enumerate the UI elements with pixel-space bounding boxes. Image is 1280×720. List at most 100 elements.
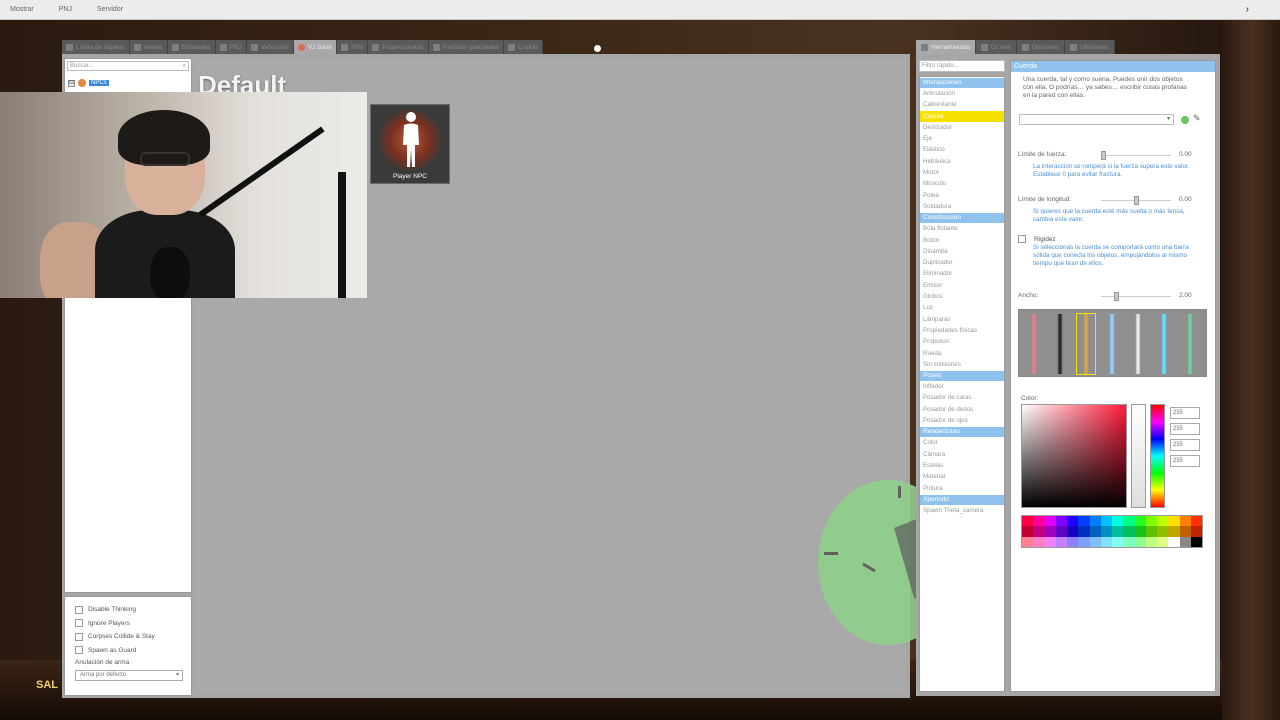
rigid-option[interactable]: Rigidez <box>1018 235 1056 243</box>
tool-item[interactable]: Posador de ojos <box>920 415 1004 426</box>
menu-servidor[interactable]: Servidor <box>97 6 123 13</box>
tool-item[interactable]: Articulación <box>920 88 1004 99</box>
tool-item[interactable]: Soldadura <box>920 201 1004 212</box>
palette-swatch[interactable] <box>1157 516 1169 527</box>
rope-material-swatch[interactable] <box>1076 313 1096 375</box>
palette-swatch[interactable] <box>1112 536 1124 547</box>
checkbox[interactable] <box>75 619 83 628</box>
tool-item[interactable]: Elástico <box>920 144 1004 155</box>
context-tab-opciones[interactable]: Opciones <box>1016 40 1066 55</box>
tab-posprocesado[interactable]: Posprocesado <box>368 40 429 55</box>
menu-mostrar[interactable]: Mostrar <box>10 6 34 13</box>
tool-item[interactable]: Cabrestante <box>920 99 1004 110</box>
palette-swatch[interactable] <box>1100 526 1112 537</box>
tool-item[interactable]: Posador de dedos <box>920 404 1004 415</box>
force-limit-value[interactable]: 0.00 <box>1179 151 1192 158</box>
palette-swatch[interactable] <box>1067 536 1079 547</box>
palette-swatch[interactable] <box>1134 516 1146 527</box>
tab-entidades[interactable]: Entidades <box>167 40 216 55</box>
checkbox[interactable] <box>75 646 83 655</box>
palette-swatch[interactable] <box>1190 536 1202 547</box>
palette-swatch[interactable] <box>1179 526 1191 537</box>
weapon-override-select[interactable]: Arma por defecto ▾ <box>75 670 183 681</box>
tool-item[interactable]: Inflador <box>920 381 1004 392</box>
palette-swatch[interactable] <box>1089 536 1101 547</box>
palette-swatch[interactable] <box>1112 516 1124 527</box>
width-value[interactable]: 2.00 <box>1179 292 1192 299</box>
tool-item[interactable]: Duplicador <box>920 257 1004 268</box>
color-blue-input[interactable]: 255 <box>1170 439 1200 451</box>
tool-item[interactable]: Eliminador <box>920 268 1004 279</box>
tool-item[interactable]: Sin colisiones <box>920 359 1004 370</box>
color-saturation-value-picker[interactable] <box>1021 404 1127 508</box>
preset-select[interactable]: ▾ <box>1019 114 1174 125</box>
tool-item[interactable]: Propulsor <box>920 336 1004 347</box>
tool-item[interactable]: Motor <box>920 167 1004 178</box>
tool-item[interactable]: Propiedades físicas <box>920 325 1004 336</box>
context-tab-dr-vrej[interactable]: Dr.Vrej <box>976 40 1017 55</box>
length-limit-slider[interactable] <box>1101 196 1171 205</box>
palette-swatch[interactable] <box>1078 516 1090 527</box>
palette-swatch[interactable] <box>1168 516 1180 527</box>
tab-vj-base[interactable]: VJ Base <box>293 40 338 55</box>
rope-material-swatch[interactable] <box>1051 314 1069 374</box>
slider-knob[interactable] <box>1101 151 1106 160</box>
tool-item[interactable]: Estelas <box>920 460 1004 471</box>
rope-material-swatch[interactable] <box>1181 314 1199 374</box>
palette-swatch[interactable] <box>1033 536 1045 547</box>
tool-item[interactable]: Rueda <box>920 348 1004 359</box>
tool-item[interactable]: Deslizador <box>920 122 1004 133</box>
tool-item[interactable]: Botón <box>920 235 1004 246</box>
palette-swatch[interactable] <box>1157 536 1169 547</box>
palette-swatch[interactable] <box>1190 526 1202 537</box>
palette-swatch[interactable] <box>1145 526 1157 537</box>
tool-item[interactable]: Luz <box>920 302 1004 313</box>
tab-partidas-guardadas[interactable]: Partidas guardadas <box>428 40 505 55</box>
tool-item[interactable]: Emisor <box>920 280 1004 291</box>
color-red-input[interactable]: 255 <box>1170 407 1200 419</box>
palette-swatch[interactable] <box>1055 526 1067 537</box>
color-green-input[interactable]: 255 <box>1170 423 1200 435</box>
palette-swatch[interactable] <box>1168 526 1180 537</box>
tool-item[interactable]: Posador de caras <box>920 392 1004 403</box>
palette-swatch[interactable] <box>1145 516 1157 527</box>
palette-swatch[interactable] <box>1067 526 1079 537</box>
slider-knob[interactable] <box>1114 292 1119 301</box>
option-disable-thinking[interactable]: Disable Thinking <box>75 603 181 617</box>
palette-swatch[interactable] <box>1089 526 1101 537</box>
palette-swatch[interactable] <box>1100 536 1112 547</box>
palette-swatch[interactable] <box>1078 536 1090 547</box>
palette-swatch[interactable] <box>1123 516 1135 527</box>
option-ignore-players[interactable]: Ignore Players <box>75 617 181 631</box>
palette-swatch[interactable] <box>1044 536 1056 547</box>
palette-swatch[interactable] <box>1055 536 1067 547</box>
tree-node-npcs[interactable]: ⊟ NPCs <box>68 79 109 87</box>
option-spawn-as-guard[interactable]: Spawn as Guard <box>75 644 181 658</box>
palette-swatch[interactable] <box>1134 526 1146 537</box>
tool-item[interactable]: Polea <box>920 190 1004 201</box>
menubar-arrow-icon[interactable]: › <box>1246 4 1249 15</box>
tool-item[interactable]: Spawn Theta_camera <box>920 505 1004 516</box>
tool-item[interactable]: Pintura <box>920 483 1004 494</box>
palette-swatch[interactable] <box>1123 536 1135 547</box>
palette-swatch[interactable] <box>1033 526 1045 537</box>
rope-material-swatch[interactable] <box>1155 314 1173 374</box>
rope-material-swatch[interactable] <box>1129 314 1147 374</box>
palette-swatch[interactable] <box>1022 516 1034 527</box>
palette-swatch[interactable] <box>1145 536 1157 547</box>
tool-item[interactable]: Lámparas <box>920 314 1004 325</box>
tool-item[interactable]: Cuerda <box>920 110 1004 122</box>
tool-category-header[interactable]: Renderizado <box>920 427 1004 438</box>
palette-swatch[interactable] <box>1044 526 1056 537</box>
palette-swatch[interactable] <box>1022 536 1034 547</box>
palette-swatch[interactable] <box>1033 516 1045 527</box>
palette-swatch[interactable] <box>1100 516 1112 527</box>
menu-pnj[interactable]: PNJ <box>59 6 72 13</box>
tab-listas-de-objetos[interactable]: Listas de objetos <box>62 40 130 55</box>
tool-category-header[interactable]: Xperiodo <box>920 494 1004 505</box>
color-alpha-bar[interactable] <box>1131 404 1146 508</box>
rope-material-swatch[interactable] <box>1025 314 1043 374</box>
context-tab-utilidades[interactable]: Utilidades <box>1065 40 1115 55</box>
palette-swatch[interactable] <box>1123 526 1135 537</box>
tool-item[interactable]: Músculo <box>920 178 1004 189</box>
